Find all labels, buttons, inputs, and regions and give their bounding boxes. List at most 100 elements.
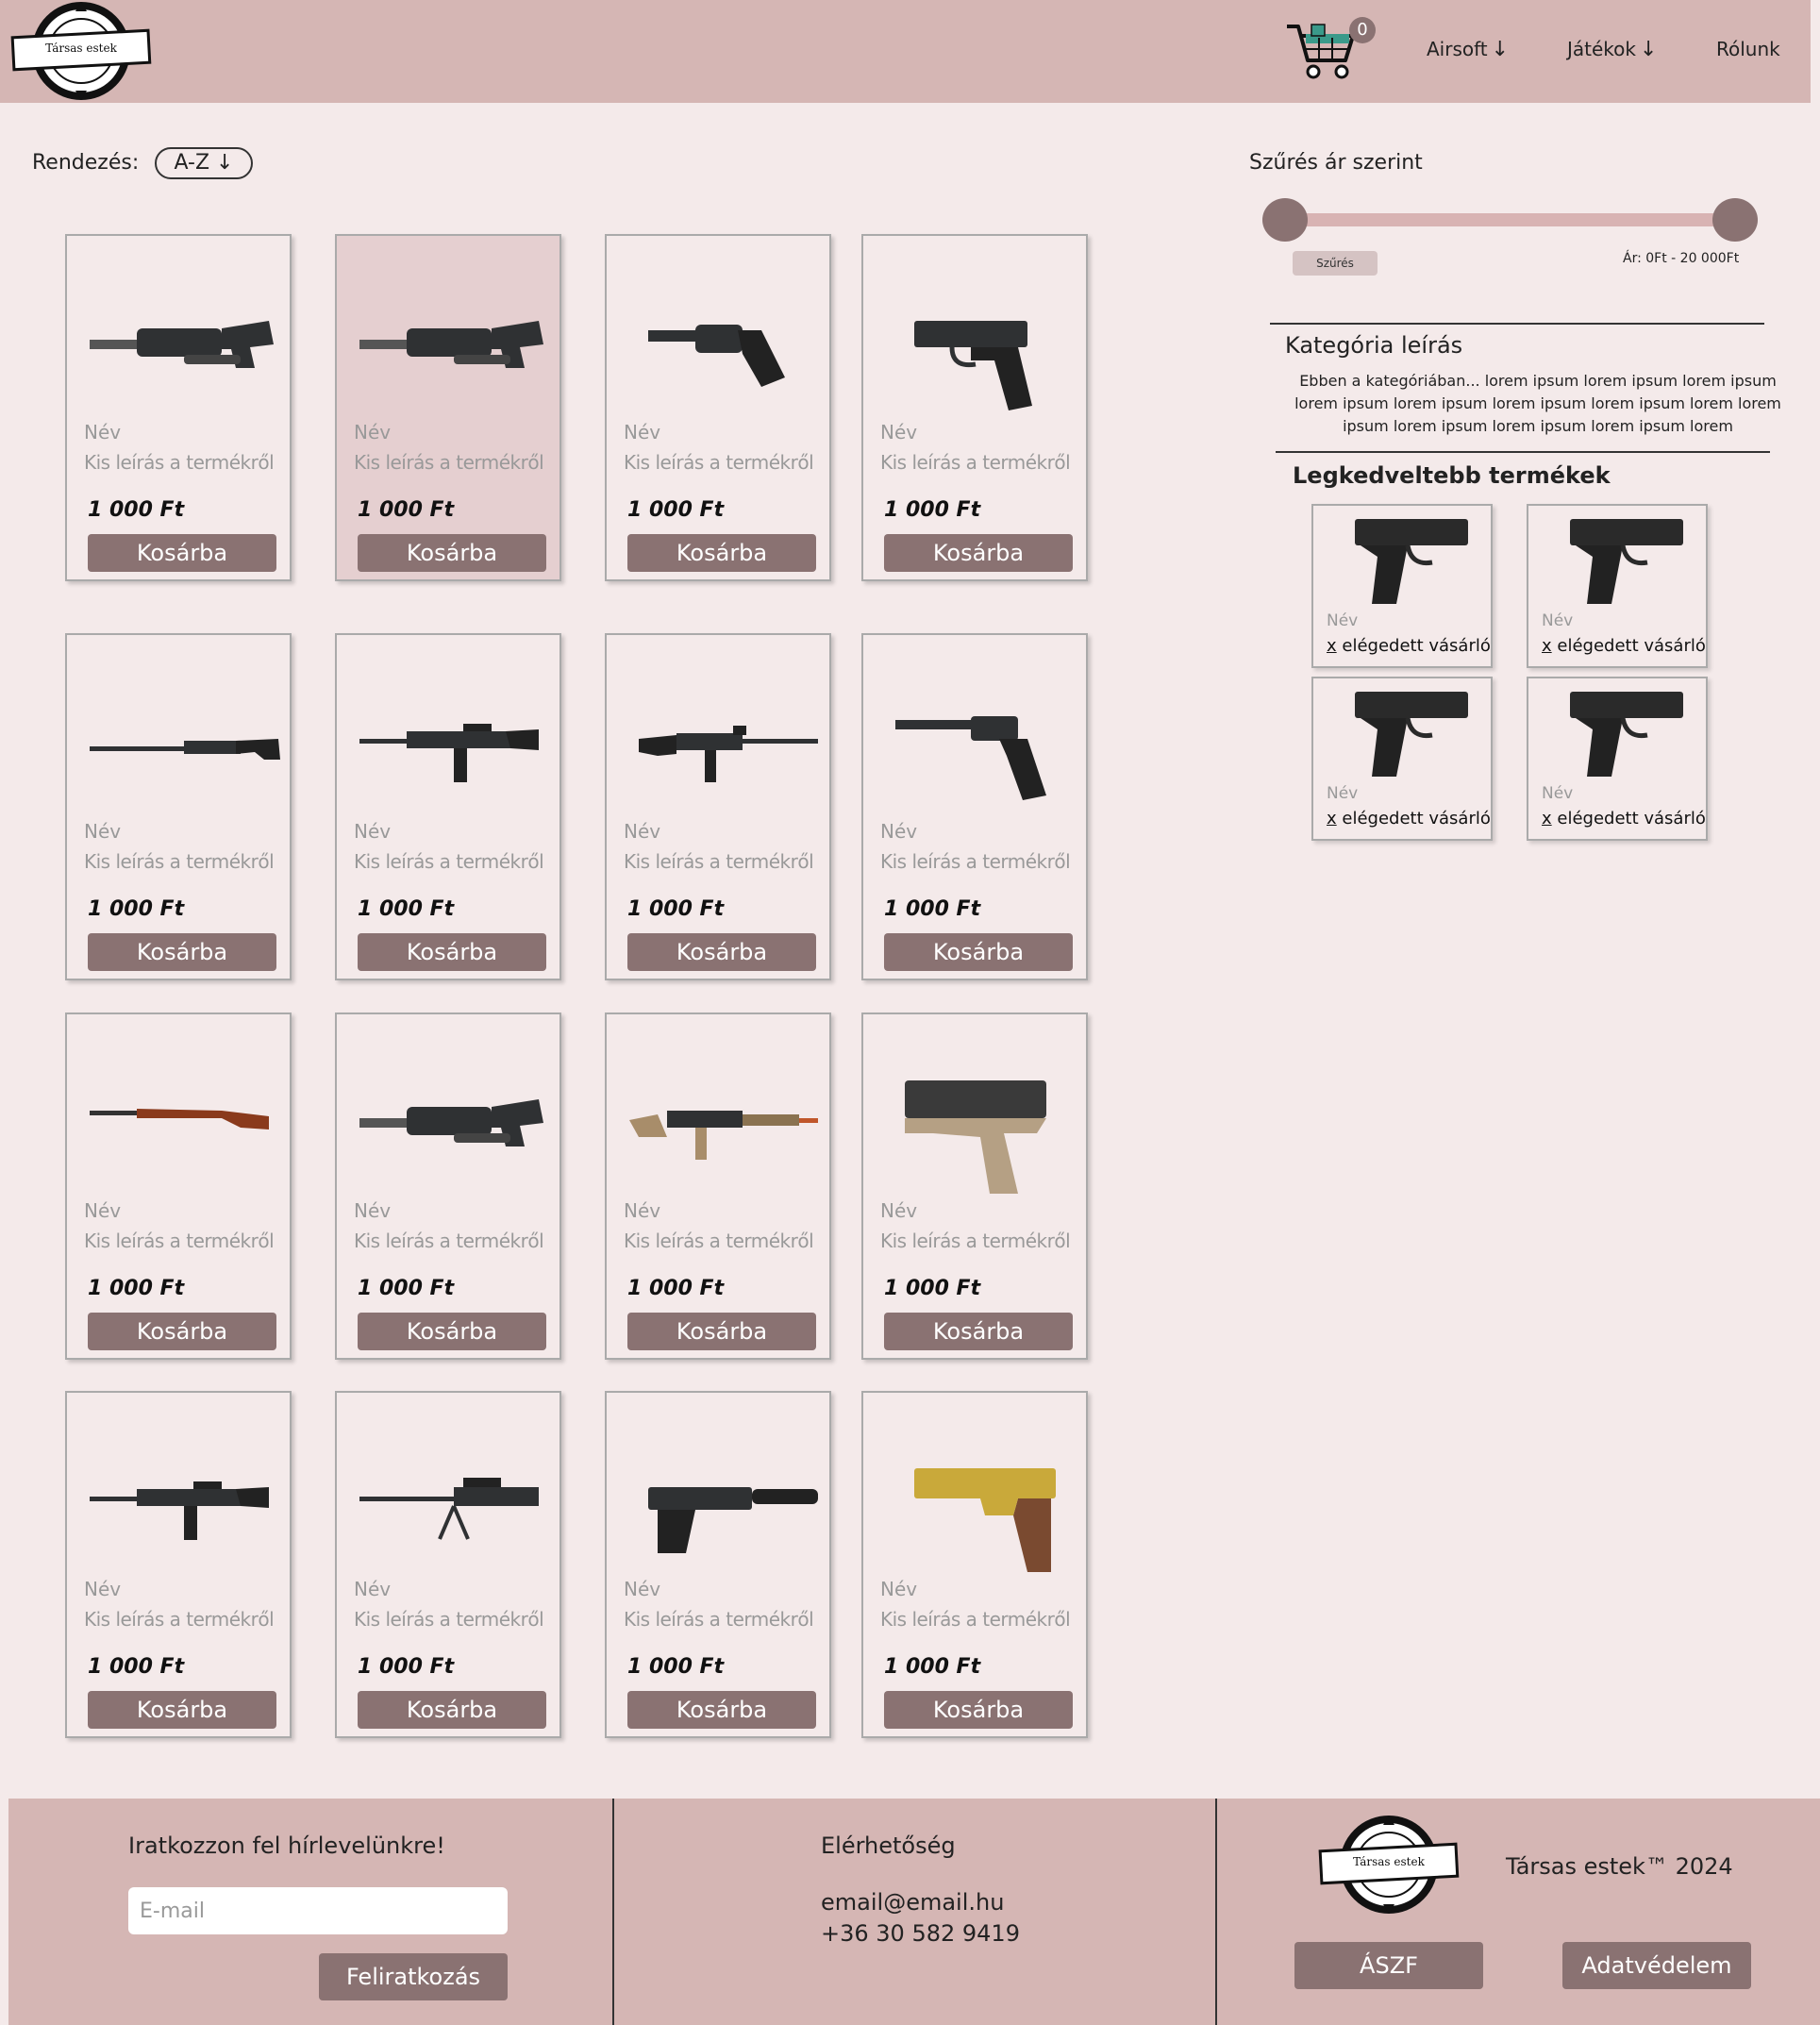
favorite-product[interactable]: Név x elégedett vásárló xyxy=(1311,504,1493,668)
site-logo[interactable]: Társas estek xyxy=(9,0,153,102)
footer-divider xyxy=(1215,1799,1217,2025)
product-price: 1 000 Ft xyxy=(884,897,981,921)
add-to-cart-button[interactable]: Kosárba xyxy=(627,1691,816,1729)
favorite-product[interactable]: Név x elégedett vásárló xyxy=(1527,677,1708,841)
grenade-launcher-icon[interactable] xyxy=(350,274,550,415)
product-price: 1 000 Ft xyxy=(88,1277,185,1300)
product-card[interactable]: Név Kis leírás a termékről 1 000 Ft Kosá… xyxy=(605,1391,831,1738)
price-slider-min-handle[interactable] xyxy=(1262,198,1308,242)
favorite-satisfied-count: x elégedett vásárló xyxy=(1327,636,1491,656)
product-name: Név xyxy=(624,1578,661,1600)
product-card[interactable]: Név Kis leírás a termékről 1 000 Ft Kosá… xyxy=(861,234,1088,581)
assault-rifle-icon[interactable] xyxy=(80,1431,280,1572)
pistol-icon xyxy=(1557,510,1689,613)
product-card[interactable]: Név Kis leírás a termékről 1 000 Ft Kosá… xyxy=(65,234,292,581)
product-name: Név xyxy=(880,1578,918,1600)
terms-button[interactable]: ÁSZF xyxy=(1294,1942,1483,1989)
anti-materiel-rifle-icon[interactable] xyxy=(350,1431,550,1572)
product-description: Kis leírás a termékről xyxy=(624,451,814,474)
logo-text: Társas estek xyxy=(45,42,117,55)
product-description: Kis leírás a termékről xyxy=(880,850,1071,873)
sniper-rifle-icon[interactable] xyxy=(80,673,280,814)
sort-label: Rendezés: xyxy=(32,151,140,175)
subscribe-button[interactable]: Feliratkozás xyxy=(319,1953,508,2000)
product-name: Név xyxy=(624,1199,661,1222)
product-description: Kis leírás a termékről xyxy=(354,1608,544,1631)
add-to-cart-button[interactable]: Kosárba xyxy=(884,1313,1073,1350)
product-card[interactable]: Név Kis leírás a termékről 1 000 Ft Kosá… xyxy=(335,1012,561,1360)
price-slider-max-handle[interactable] xyxy=(1712,198,1758,242)
gold-pistol-icon[interactable] xyxy=(877,1431,1077,1572)
product-description: Kis leírás a termékről xyxy=(880,451,1071,474)
satisfied-label: elégedett vásárló xyxy=(1336,809,1491,828)
privacy-button[interactable]: Adatvédelem xyxy=(1562,1942,1751,1989)
suppressed-pistol-icon[interactable] xyxy=(620,1431,820,1572)
add-to-cart-button[interactable]: Kosárba xyxy=(358,1313,546,1350)
favorite-satisfied-count: x elégedett vásárló xyxy=(1542,809,1706,828)
favorite-name: Név xyxy=(1327,611,1359,630)
assault-rifle-icon[interactable] xyxy=(350,673,550,814)
arrow-down-icon: ↓ xyxy=(1491,38,1510,61)
logo-text: Társas estek xyxy=(1353,1855,1425,1868)
product-card[interactable]: Név Kis leírás a termékről 1 000 Ft Kosá… xyxy=(605,633,831,980)
price-slider-track[interactable] xyxy=(1262,213,1753,226)
product-description: Kis leírás a termékről xyxy=(354,850,544,873)
cart-button[interactable]: 0 xyxy=(1283,17,1376,85)
favorite-product[interactable]: Név x elégedett vásárló xyxy=(1311,677,1493,841)
add-to-cart-button[interactable]: Kosárba xyxy=(884,1691,1073,1729)
product-name: Név xyxy=(354,1578,392,1600)
product-name: Név xyxy=(84,820,122,843)
product-price: 1 000 Ft xyxy=(358,498,455,522)
revolver-icon[interactable] xyxy=(620,274,820,415)
tan-pistol-icon[interactable] xyxy=(877,1052,1077,1194)
product-card[interactable]: Név Kis leírás a termékről 1 000 Ft Kosá… xyxy=(605,1012,831,1360)
add-to-cart-button[interactable]: Kosárba xyxy=(884,933,1073,971)
add-to-cart-button[interactable]: Kosárba xyxy=(88,534,276,572)
footer-logo[interactable]: Társas estek xyxy=(1317,1814,1461,1916)
product-card[interactable]: Név Kis leírás a termékről 1 000 Ft Kosá… xyxy=(335,234,561,581)
newsletter-email-input[interactable] xyxy=(128,1887,508,1934)
bolt-action-rifle-icon[interactable] xyxy=(80,1052,280,1194)
product-card[interactable]: Név Kis leírás a termékről 1 000 Ft Kosá… xyxy=(861,633,1088,980)
grenade-launcher-icon[interactable] xyxy=(350,1052,550,1194)
filter-button[interactable]: Szűrés xyxy=(1293,251,1378,276)
product-card[interactable]: Név Kis leírás a termékről 1 000 Ft Kosá… xyxy=(861,1391,1088,1738)
divider xyxy=(1276,451,1770,453)
product-card[interactable]: Név Kis leírás a termékről 1 000 Ft Kosá… xyxy=(335,1391,561,1738)
add-to-cart-button[interactable]: Kosárba xyxy=(88,1313,276,1350)
contact-email[interactable]: email@email.hu xyxy=(821,1889,1004,1916)
product-price: 1 000 Ft xyxy=(884,1277,981,1300)
product-price: 1 000 Ft xyxy=(627,1277,725,1300)
nav-airsoft[interactable]: Airsoft ↓ xyxy=(1427,38,1509,61)
contact-phone[interactable]: +36 30 582 9419 xyxy=(821,1920,1020,1947)
add-to-cart-button[interactable]: Kosárba xyxy=(627,933,816,971)
product-card[interactable]: Név Kis leírás a termékről 1 000 Ft Kosá… xyxy=(335,633,561,980)
add-to-cart-button[interactable]: Kosárba xyxy=(88,933,276,971)
divider xyxy=(1270,323,1764,325)
product-card[interactable]: Név Kis leírás a termékről 1 000 Ft Kosá… xyxy=(65,633,292,980)
carbine-icon[interactable] xyxy=(620,673,820,814)
product-card[interactable]: Név Kis leírás a termékről 1 000 Ft Kosá… xyxy=(65,1391,292,1738)
add-to-cart-button[interactable]: Kosárba xyxy=(358,1691,546,1729)
add-to-cart-button[interactable]: Kosárba xyxy=(88,1691,276,1729)
add-to-cart-button[interactable]: Kosárba xyxy=(358,534,546,572)
product-card[interactable]: Név Kis leírás a termékről 1 000 Ft Kosá… xyxy=(605,234,831,581)
favorite-product[interactable]: Név x elégedett vásárló xyxy=(1527,504,1708,668)
sort-select[interactable]: A-Z ↓ xyxy=(155,147,253,179)
product-name: Név xyxy=(624,421,661,443)
add-to-cart-button[interactable]: Kosárba xyxy=(627,534,816,572)
add-to-cart-button[interactable]: Kosárba xyxy=(358,933,546,971)
add-to-cart-button[interactable]: Kosárba xyxy=(627,1313,816,1350)
product-card[interactable]: Név Kis leírás a termékről 1 000 Ft Kosá… xyxy=(65,1012,292,1360)
pistol-icon[interactable] xyxy=(877,274,1077,415)
nav-jatekok[interactable]: Játékok ↓ xyxy=(1567,38,1657,61)
product-card[interactable]: Név Kis leírás a termékről 1 000 Ft Kosá… xyxy=(861,1012,1088,1360)
satisfied-count: x xyxy=(1542,636,1552,656)
luger-pistol-icon[interactable] xyxy=(877,673,1077,814)
product-name: Név xyxy=(84,1578,122,1600)
add-to-cart-button[interactable]: Kosárba xyxy=(884,534,1073,572)
nav-rolunk[interactable]: Rólunk xyxy=(1716,38,1780,60)
grenade-launcher-icon[interactable] xyxy=(80,274,280,415)
product-description: Kis leírás a termékről xyxy=(880,1608,1071,1631)
tan-rifle-icon[interactable] xyxy=(620,1052,820,1194)
